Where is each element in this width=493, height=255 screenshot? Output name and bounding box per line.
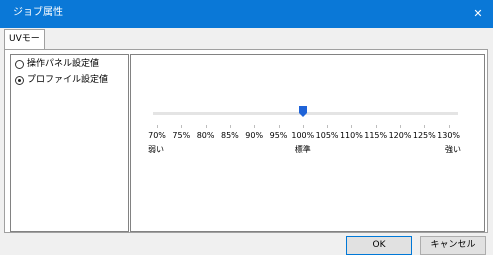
slider-tick xyxy=(181,125,183,128)
tick-label: 85% xyxy=(221,131,239,140)
tick-label: 80% xyxy=(196,131,215,140)
tick-label: 105% xyxy=(315,131,339,140)
slider-tick xyxy=(254,125,256,128)
slider-tick xyxy=(400,125,401,128)
option-label: プロファイル設定値 xyxy=(27,75,109,85)
uv-strength-slider[interactable]: 70% 75% 80% 85% 90% 95% 100% 105% 110% 115% 120% 12… xyxy=(148,55,464,233)
setting-source-group: 操作パネル設定値 プロファイル設定値 xyxy=(10,54,129,232)
option-label: 操作パネル設定値 xyxy=(27,59,100,69)
tick-label: 95% xyxy=(269,131,288,140)
radio-profile-setting[interactable] xyxy=(15,75,24,85)
job-attributes-dialog: ジョブ属性 ✕ UVモード 操作パネル設定値 プロファイル設定値 70% 75% 8… xyxy=(0,0,493,255)
slider-thumb[interactable] xyxy=(298,106,307,117)
tick-label: 125% xyxy=(412,131,436,140)
slider-tick xyxy=(375,125,377,128)
tick-label: 110% xyxy=(339,131,363,140)
tab-uv-mode[interactable]: UVモード xyxy=(4,29,45,62)
ok-button[interactable]: OK xyxy=(346,236,412,255)
tick-label: 130% xyxy=(437,131,461,140)
slider-tick xyxy=(327,125,329,128)
uv-strength-panel: 70% 75% 80% 85% 90% 95% 100% 105% 110% 115% 120% 12… xyxy=(130,54,485,232)
slider-tick xyxy=(351,125,353,128)
tick-label: 100% xyxy=(291,131,315,140)
option-panel-setting[interactable]: 操作パネル設定値 xyxy=(15,57,99,71)
label-weak: 弱い xyxy=(148,145,164,154)
radio-panel-setting[interactable] xyxy=(15,59,24,69)
slider-tick xyxy=(448,125,450,128)
slider-tick xyxy=(205,125,207,128)
tab-panel: 操作パネル設定値 プロファイル設定値 70% 75% 80% 85% 90% 95% 100… xyxy=(4,49,488,233)
tab-bar: UVモード xyxy=(0,28,493,62)
tick-label: 120% xyxy=(388,131,412,140)
label-standard: 標準 xyxy=(294,145,311,154)
slider-tick xyxy=(157,125,158,128)
tick-label: 75% xyxy=(172,131,191,140)
option-profile-setting[interactable]: プロファイル設定値 xyxy=(15,73,108,87)
tick-label: 70% xyxy=(148,131,166,140)
cancel-button[interactable]: キャンセル xyxy=(420,236,486,255)
slider-tick xyxy=(278,125,280,128)
slider-tick xyxy=(229,125,231,128)
tick-label: 90% xyxy=(245,131,264,140)
slider-tick xyxy=(424,125,426,128)
title-bar: ジョブ属性 ✕ xyxy=(0,0,493,28)
slider-tick xyxy=(302,125,304,128)
label-strong: 強い xyxy=(445,145,461,154)
window-title: ジョブ属性 xyxy=(13,7,63,18)
tick-label: 115% xyxy=(364,131,388,140)
close-icon[interactable]: ✕ xyxy=(463,0,493,28)
